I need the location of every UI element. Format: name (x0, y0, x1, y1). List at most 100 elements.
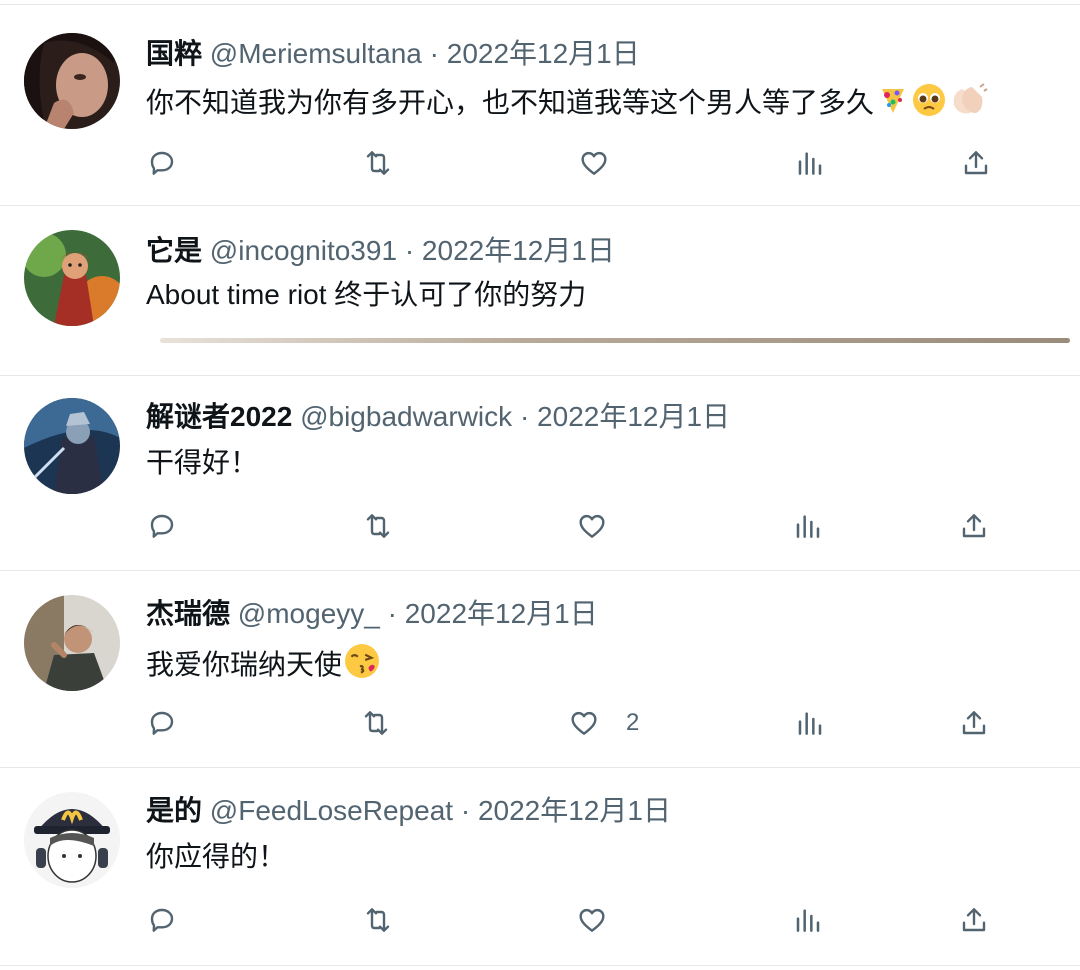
share-button[interactable] (958, 703, 990, 743)
tweet-text: 我爱你瑞纳天使 (146, 649, 343, 680)
separator: · (460, 795, 471, 826)
user-handle[interactable]: @FeedLoseRepeat (210, 795, 453, 826)
avatar[interactable] (24, 792, 120, 888)
reply-feed: 国粹 @Meriemsultana · 2022年12月1日 你不知道我为你有多… (0, 0, 1080, 970)
avatar-image (24, 792, 120, 888)
views-icon (798, 712, 822, 735)
confetti-emoji (876, 83, 910, 125)
tweet[interactable]: 解谜者2022 @bigbadwarwick · 2022年12月1日 干得好！ (0, 376, 1080, 571)
avatar[interactable] (24, 398, 120, 494)
reply-button[interactable] (146, 143, 178, 183)
views-button[interactable] (792, 506, 824, 546)
separator: · (519, 401, 530, 432)
share-icon (964, 151, 988, 175)
display-name[interactable]: 它是 (146, 235, 202, 266)
user-handle[interactable]: @mogeyy_ (238, 598, 380, 629)
tweet[interactable]: 国粹 @Meriemsultana · 2022年12月1日 你不知道我为你有多… (0, 4, 1080, 206)
tweet-date[interactable]: 2022年12月1日 (447, 38, 640, 69)
separator: · (429, 38, 439, 69)
reply-button[interactable] (146, 703, 178, 743)
avatar[interactable] (24, 230, 120, 326)
avatar[interactable] (24, 595, 120, 691)
separator: · (387, 598, 397, 629)
share-button[interactable] (958, 900, 990, 940)
tweet-actions (0, 506, 1080, 546)
tweet-header: 国粹 @Meriemsultana · 2022年12月1日 (146, 37, 640, 71)
tweet[interactable]: 它是 @incognito391 · 2022年12月1日 About time… (0, 206, 1080, 376)
clapping-hands-emoji (948, 83, 988, 125)
avatar[interactable] (24, 33, 120, 129)
tweet-date[interactable]: 2022年12月1日 (478, 795, 671, 826)
tweet-actions (0, 143, 1080, 183)
like-count: 2 (626, 709, 640, 736)
tweet-date[interactable]: 2022年12月1日 (422, 235, 615, 266)
display-name[interactable]: 解谜者2022 (146, 401, 292, 432)
user-handle[interactable]: @Meriemsultana (210, 38, 422, 69)
views-button[interactable] (792, 900, 824, 940)
like-button[interactable] (576, 506, 634, 546)
like-button[interactable] (578, 143, 636, 183)
tweet-header: 它是 @incognito391 · 2022年12月1日 (146, 234, 615, 268)
tweet-text: 干得好！ (146, 447, 259, 478)
tweet-actions (0, 900, 1080, 940)
tweet-text: About time riot 终于认可了你的努力 (146, 279, 587, 310)
like-button[interactable]: 2 (568, 703, 639, 743)
reply-icon (150, 514, 174, 538)
like-icon (581, 151, 607, 175)
retweet-button[interactable] (360, 703, 392, 743)
views-button[interactable] (794, 143, 826, 183)
retweet-button[interactable] (362, 900, 394, 940)
retweet-icon (366, 151, 390, 175)
tweet-actions: 2 (0, 703, 1080, 743)
display-name[interactable]: 是的 (146, 795, 202, 826)
user-handle[interactable]: @incognito391 (210, 235, 397, 266)
views-icon (796, 909, 820, 932)
avatar-image (24, 33, 120, 129)
retweet-button[interactable] (362, 506, 394, 546)
tweet-text-row: 我爱你瑞纳天使 (146, 643, 380, 687)
avatar-image (24, 230, 120, 326)
tweet-date[interactable]: 2022年12月1日 (405, 598, 598, 629)
like-icon (579, 908, 605, 932)
user-handle[interactable]: @bigbadwarwick (300, 401, 512, 432)
kissing-face-emoji (344, 643, 380, 687)
tweet-header: 是的 @FeedLoseRepeat · 2022年12月1日 (146, 794, 671, 828)
pleading-face-emoji (912, 83, 946, 125)
reply-button[interactable] (146, 900, 178, 940)
like-icon (571, 711, 597, 735)
tweet-header: 杰瑞德 @mogeyy_ · 2022年12月1日 (146, 597, 598, 631)
retweet-button[interactable] (362, 143, 394, 183)
display-name[interactable]: 国粹 (146, 38, 202, 69)
display-name[interactable]: 杰瑞德 (146, 598, 230, 629)
tweet[interactable]: 是的 @FeedLoseRepeat · 2022年12月1日 你应得的！ (0, 768, 1080, 966)
tweet-text-row: About time riot 终于认可了你的努力 (146, 278, 586, 312)
tweet-text: 你不知道我为你有多开心，也不知道我等这个男人等了多久 (146, 87, 875, 118)
views-icon (798, 152, 822, 175)
views-icon (796, 515, 820, 538)
like-icon (579, 514, 605, 538)
reply-icon (150, 711, 174, 735)
share-icon (962, 711, 986, 735)
avatar-image (24, 398, 120, 494)
share-button[interactable] (958, 506, 990, 546)
tweet-text-row: 你不知道我为你有多开心，也不知道我等这个男人等了多久 (146, 83, 988, 125)
tweet[interactable]: 杰瑞德 @mogeyy_ · 2022年12月1日 我爱你瑞纳天使 2 (0, 571, 1080, 768)
reply-icon (150, 908, 174, 932)
retweet-icon (366, 514, 390, 538)
share-icon (962, 514, 986, 538)
tweet-text-row: 干得好！ (146, 446, 258, 480)
media-preview-edge (160, 338, 1070, 343)
tweet-date[interactable]: 2022年12月1日 (537, 401, 730, 432)
separator: · (404, 235, 415, 266)
retweet-icon (364, 711, 388, 735)
tweet-header: 解谜者2022 @bigbadwarwick · 2022年12月1日 (146, 400, 730, 434)
reply-button[interactable] (146, 506, 178, 546)
reply-icon (150, 151, 174, 175)
like-button[interactable] (576, 900, 634, 940)
views-button[interactable] (794, 703, 826, 743)
retweet-icon (366, 908, 390, 932)
share-button[interactable] (960, 143, 992, 183)
avatar-image (24, 595, 120, 691)
tweet-text-row: 你应得的！ (146, 840, 286, 874)
share-icon (962, 908, 986, 932)
